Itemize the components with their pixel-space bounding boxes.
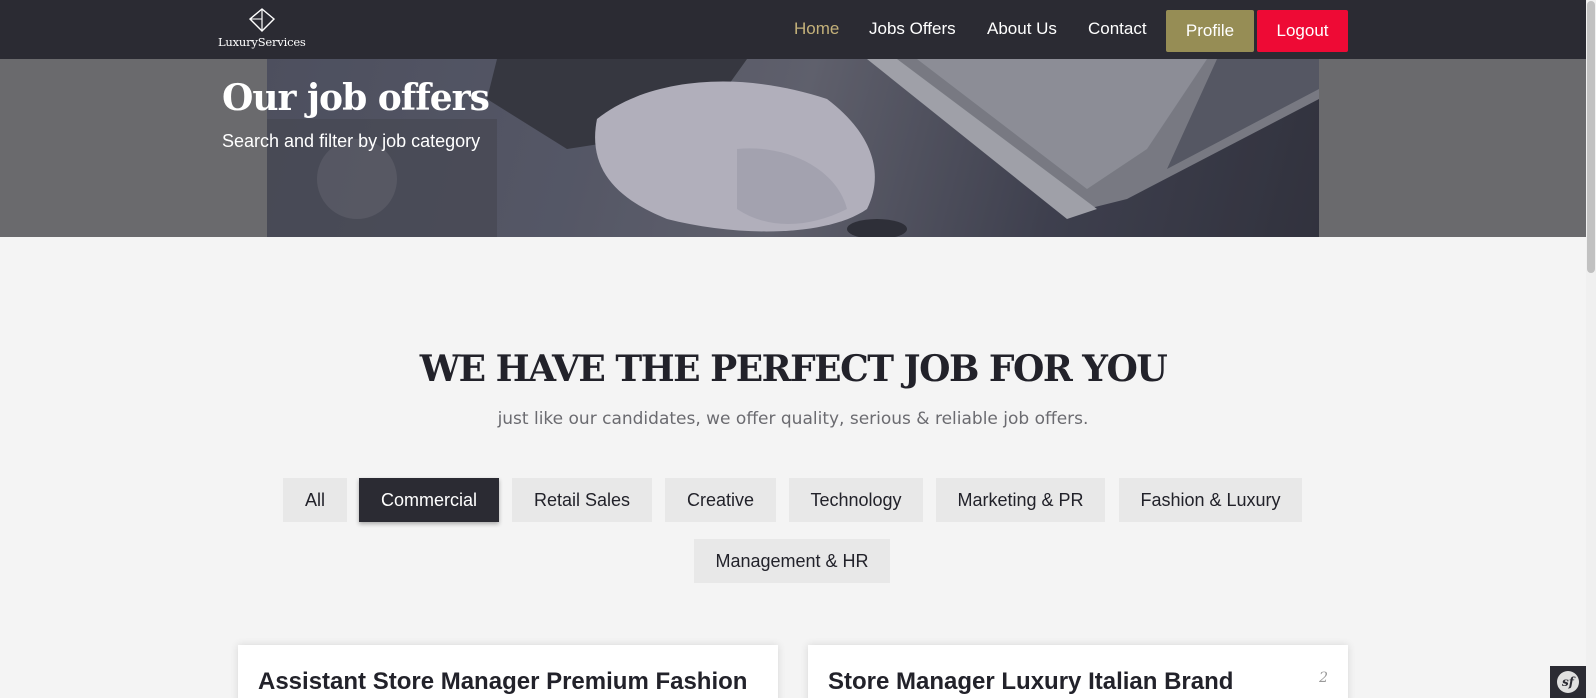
- profile-button[interactable]: Profile: [1166, 10, 1254, 52]
- filter-management-hr[interactable]: Management & HR: [694, 539, 890, 583]
- diamond-logo-icon: [248, 8, 276, 32]
- job-card-title[interactable]: Assistant Store Manager Premium Fashion: [258, 668, 747, 696]
- page-scrollbar[interactable]: [1586, 0, 1596, 698]
- filter-all[interactable]: All: [283, 478, 347, 522]
- filter-marketing-pr[interactable]: Marketing & PR: [936, 478, 1105, 522]
- hero-title: Our job offers: [222, 77, 490, 119]
- job-card-number: 2: [1319, 670, 1328, 686]
- nav-link-contact[interactable]: Contact: [1088, 19, 1147, 39]
- job-card-title[interactable]: Store Manager Luxury Italian Brand: [828, 668, 1233, 696]
- nav-link-home[interactable]: Home: [794, 19, 839, 39]
- hero-subtitle: Search and filter by job category: [222, 131, 481, 151]
- top-navbar: LuxuryServices Home Jobs Offers About Us…: [0, 0, 1586, 59]
- section-title: WE HAVE THE PERFECT JOB FOR YOU: [419, 348, 1168, 390]
- filter-retail-sales[interactable]: Retail Sales: [512, 478, 652, 522]
- symfony-icon: sf: [1557, 671, 1579, 693]
- filter-technology[interactable]: Technology: [789, 478, 923, 522]
- filter-creative[interactable]: Creative: [665, 478, 776, 522]
- symfony-toolbar-toggle[interactable]: sf: [1550, 666, 1586, 698]
- filter-fashion-luxury[interactable]: Fashion & Luxury: [1119, 478, 1302, 522]
- brand-logo[interactable]: LuxuryServices: [218, 8, 308, 52]
- nav-link-jobs-offers[interactable]: Jobs Offers: [869, 19, 956, 39]
- filter-commercial[interactable]: Commercial: [359, 478, 499, 522]
- job-card[interactable]: Store Manager Luxury Italian Brand 2: [808, 645, 1348, 698]
- brand-name: LuxuryServices: [218, 35, 306, 49]
- logout-button[interactable]: Logout: [1257, 10, 1348, 52]
- nav-link-about-us[interactable]: About Us: [987, 19, 1057, 39]
- section-subtitle: just like our candidates, we offer quali…: [497, 409, 1089, 429]
- scrollbar-thumb[interactable]: [1587, 1, 1595, 273]
- job-card[interactable]: Assistant Store Manager Premium Fashion: [238, 645, 778, 698]
